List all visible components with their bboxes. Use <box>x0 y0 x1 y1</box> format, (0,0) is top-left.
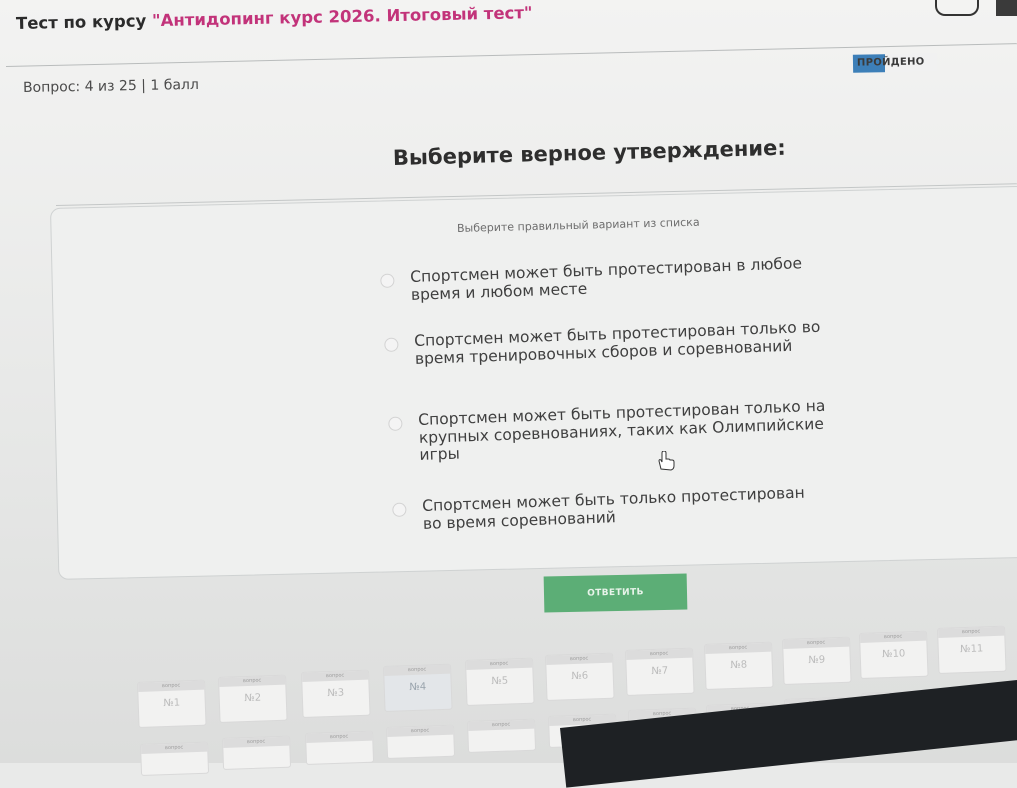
nav-item-number: №3 <box>327 687 345 700</box>
nav-item-caption: вопрос <box>705 642 772 654</box>
corner-icon <box>996 0 1017 16</box>
question-nav-item[interactable]: вопрос <box>222 735 292 770</box>
nav-item-caption: вопрос <box>384 664 451 676</box>
course-name: "Антидопинг курс 2026. Итоговый тест" <box>151 3 533 31</box>
answer-button[interactable]: ОТВЕТИТЬ <box>543 573 688 613</box>
question-title: Выберите верное утверждение: <box>392 135 787 170</box>
question-nav-item[interactable]: вопрос <box>140 741 210 776</box>
hand-cursor-icon <box>658 451 675 471</box>
nav-item-caption: вопрос <box>387 725 454 737</box>
question-nav-item[interactable]: вопрос №2 <box>218 674 288 723</box>
question-nav-item[interactable]: вопрос №1 <box>137 679 207 728</box>
nav-item-number: №11 <box>960 643 984 656</box>
course-title-prefix: Тест по курсу <box>15 11 153 33</box>
glasses-icon <box>935 0 979 16</box>
question-nav-item[interactable]: вопрос №10 <box>859 630 929 679</box>
nav-item-caption: вопрос <box>860 631 927 643</box>
nav-item-caption: вопрос <box>626 648 693 660</box>
question-nav-item[interactable]: вопрос <box>305 730 375 765</box>
page: Тест по курсу "Антидопинг курс 2026. Ито… <box>0 0 1017 788</box>
question-progress: Вопрос: 4 из 25 | 1 балл <box>22 76 200 96</box>
question-nav-item[interactable]: вопрос №7 <box>625 647 695 696</box>
question-nav-item-current[interactable]: вопрос №4 <box>383 663 453 712</box>
nav-item-number: №8 <box>730 659 748 672</box>
question-nav-item[interactable]: вопрос №6 <box>545 652 615 701</box>
nav-item-number: №4 <box>409 681 427 694</box>
question-nav-item[interactable]: вопрос №5 <box>465 657 535 706</box>
nav-item-number: №9 <box>808 654 826 667</box>
question-nav-item[interactable]: вопрос <box>386 724 456 759</box>
question-nav-item[interactable]: вопрос <box>467 718 537 753</box>
nav-item-caption: вопрос <box>219 675 286 687</box>
nav-item-number: №6 <box>571 670 589 683</box>
nav-item-caption: вопрос <box>138 680 205 692</box>
nav-item-caption: вопрос <box>546 653 613 665</box>
nav-item-caption: вопрос <box>302 670 369 682</box>
nav-item-caption: вопрос <box>141 742 208 754</box>
course-title: Тест по курсу "Антидопинг курс 2026. Ито… <box>16 3 533 33</box>
nav-item-caption: вопрос <box>938 626 1005 638</box>
question-nav-item[interactable]: вопрос №8 <box>704 641 774 690</box>
question-nav-item[interactable]: вопрос №11 <box>937 625 1007 674</box>
nav-item-number: №2 <box>244 692 262 705</box>
nav-item-number: №10 <box>882 648 906 661</box>
status-badge: ПРОЙДЕНО <box>852 53 938 73</box>
nav-item-caption: вопрос <box>466 658 533 670</box>
nav-item-caption: вопрос <box>783 637 850 649</box>
question-nav-item[interactable]: вопрос №9 <box>782 636 852 685</box>
nav-item-number: №1 <box>163 697 181 710</box>
nav-item-caption: вопрос <box>468 719 535 731</box>
nav-item-number: №7 <box>651 665 669 678</box>
question-nav-item[interactable]: вопрос №3 <box>301 669 371 718</box>
nav-item-number: №5 <box>491 675 509 688</box>
nav-item-caption: вопрос <box>223 736 290 748</box>
nav-item-caption: вопрос <box>306 731 373 743</box>
